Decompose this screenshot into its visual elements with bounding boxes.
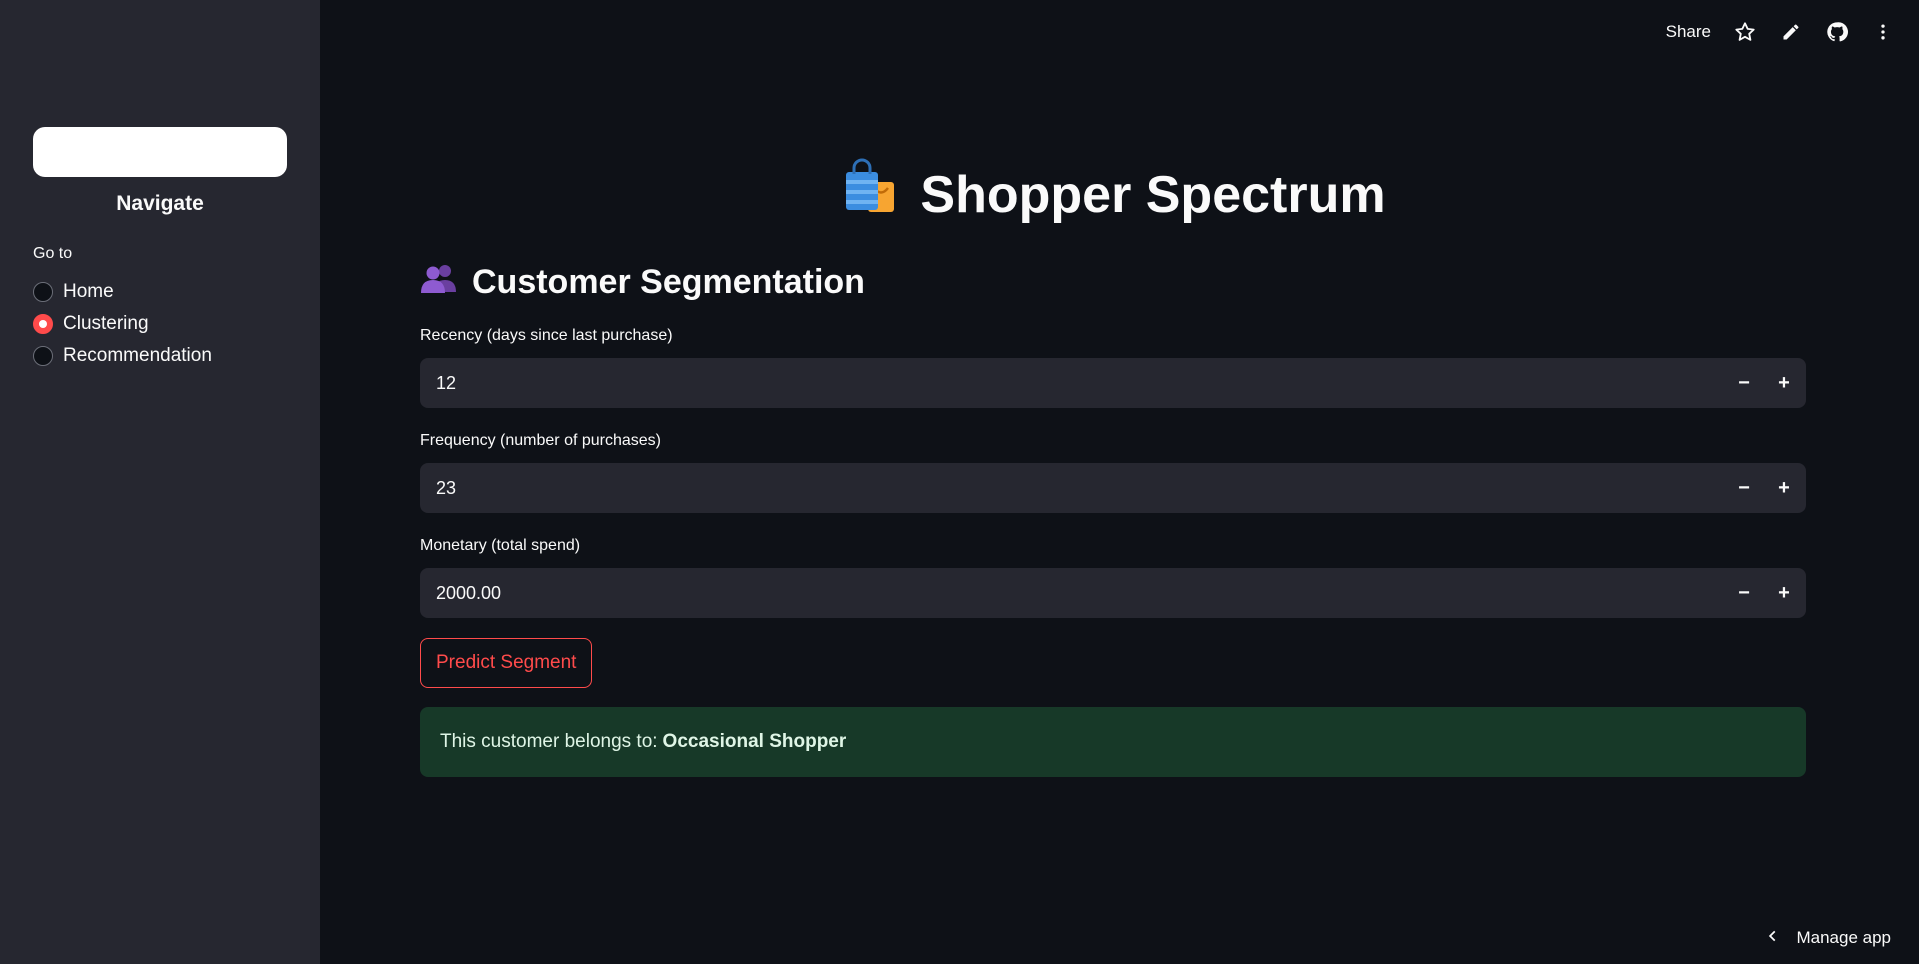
radio-button-icon[interactable] (33, 282, 53, 302)
sidebar-logo-box (33, 127, 287, 177)
result-segment: Occasional Shopper (662, 731, 847, 752)
radio-option-label: Home (63, 281, 114, 302)
section-title: Customer Segmentation (420, 262, 865, 303)
pencil-icon[interactable] (1779, 20, 1803, 44)
recency-input[interactable] (420, 358, 1724, 408)
monetary-label: Monetary (total spend) (420, 537, 581, 554)
share-button[interactable]: Share (1666, 22, 1711, 42)
manage-app-button[interactable]: Manage app (1766, 928, 1891, 948)
chevron-left-icon (1766, 928, 1780, 948)
recency-input-container: − + (420, 358, 1806, 408)
monetary-input[interactable] (420, 568, 1724, 618)
manage-app-label: Manage app (1796, 928, 1891, 947)
monetary-increment-button[interactable]: + (1764, 568, 1804, 618)
monetary-decrement-button[interactable]: − (1724, 568, 1764, 618)
radio-button-selected-icon[interactable] (33, 314, 53, 334)
result-success-alert: This customer belongs to: Occasional Sho… (420, 707, 1806, 777)
sidebar: Navigate Go to Home Clustering Recommend… (0, 0, 320, 964)
frequency-decrement-button[interactable]: − (1724, 463, 1764, 513)
radio-option-label: Clustering (63, 313, 149, 334)
radio-option-home[interactable]: Home (33, 276, 212, 308)
radio-option-label: Recommendation (63, 345, 212, 366)
recency-label: Recency (days since last purchase) (420, 327, 673, 344)
recency-increment-button[interactable]: + (1764, 358, 1804, 408)
frequency-input-container: − + (420, 463, 1806, 513)
page-title-text: Shopper Spectrum (920, 165, 1386, 224)
radio-option-recommendation[interactable]: Recommendation (33, 340, 212, 372)
section-title-text: Customer Segmentation (472, 263, 865, 301)
monetary-input-container: − + (420, 568, 1806, 618)
result-prefix: This customer belongs to: (440, 731, 658, 752)
recency-decrement-button[interactable]: − (1724, 358, 1764, 408)
frequency-label: Frequency (number of purchases) (420, 432, 661, 449)
shopping-bags-icon (840, 158, 900, 231)
nav-radio-group: Home Clustering Recommendation (33, 276, 212, 372)
frequency-input[interactable] (420, 463, 1724, 513)
more-vertical-icon[interactable] (1871, 20, 1895, 44)
sidebar-title: Navigate (116, 192, 204, 215)
top-toolbar: Share (1666, 18, 1895, 46)
page-title: Shopper Spectrum (420, 158, 1806, 231)
people-icon (420, 262, 458, 303)
predict-segment-button[interactable]: Predict Segment (420, 638, 593, 688)
star-icon[interactable] (1733, 20, 1757, 44)
radio-option-clustering[interactable]: Clustering (33, 308, 212, 340)
radio-button-icon[interactable] (33, 346, 53, 366)
radio-group-label: Go to (33, 245, 73, 262)
github-icon[interactable] (1825, 20, 1849, 44)
frequency-increment-button[interactable]: + (1764, 463, 1804, 513)
